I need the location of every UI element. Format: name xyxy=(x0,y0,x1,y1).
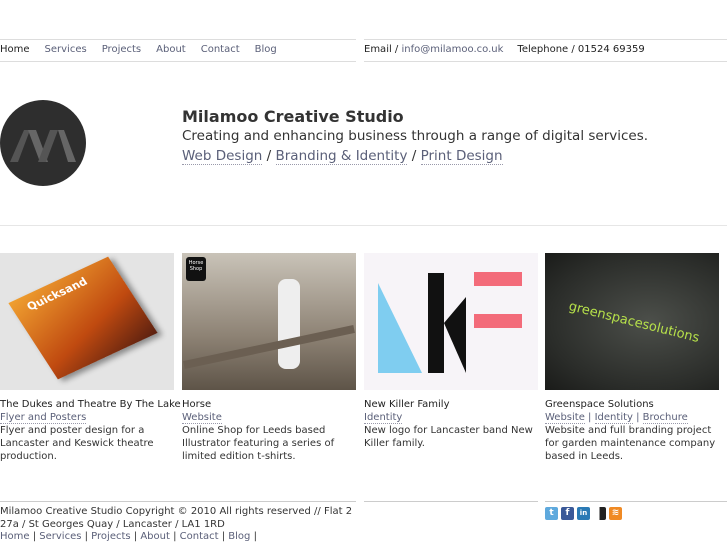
footer-home[interactable]: Home xyxy=(0,531,30,542)
nkf-logo-icon xyxy=(378,272,522,373)
email-link[interactable]: info@milamoo.co.uk xyxy=(401,44,503,55)
tag-link[interactable]: Flyer and Posters xyxy=(0,412,87,424)
nav-projects[interactable]: Projects xyxy=(102,43,141,56)
project-title: Greenspace Solutions xyxy=(545,399,654,410)
nav-home[interactable]: Home xyxy=(0,43,30,56)
separator: / xyxy=(411,148,417,164)
footer-services[interactable]: Services xyxy=(39,531,81,542)
footer-about[interactable]: About xyxy=(140,531,170,542)
project-description: Flyer and poster design for a Lancaster … xyxy=(0,425,154,462)
project-title: New Killer Family xyxy=(364,399,450,410)
project-title: The Dukes and Theatre By The Lake xyxy=(0,399,181,410)
separator: / xyxy=(266,148,272,164)
thumb-text: Quicksand xyxy=(24,275,90,314)
project-thumbnail[interactable] xyxy=(364,253,538,390)
project-greenspace: greenspacesolutions Greenspace Solutions… xyxy=(545,253,719,463)
linkedin-icon[interactable]: in xyxy=(577,507,590,520)
project-description: Website and full branding project for ga… xyxy=(545,425,716,462)
project-title: Horse xyxy=(182,399,212,410)
milamoo-logo[interactable] xyxy=(0,100,86,186)
thumb-text: greenspacesolutions xyxy=(567,299,701,346)
tag-link[interactable]: Identity xyxy=(594,412,633,424)
tag-link[interactable]: Website xyxy=(545,412,585,424)
footer-contact[interactable]: Contact xyxy=(180,531,219,542)
hero: Milamoo Creative Studio Creating and enh… xyxy=(182,107,648,166)
footer-projects[interactable]: Projects xyxy=(91,531,130,542)
facebook-icon[interactable]: f xyxy=(561,507,574,520)
project-thumbnail[interactable]: Quicksand xyxy=(0,253,174,390)
logo-m-icon xyxy=(10,130,76,162)
email-label: Email / xyxy=(364,44,399,55)
nav-services[interactable]: Services xyxy=(45,43,87,56)
services-links: Web Design / Branding & Identity / Print… xyxy=(182,146,648,166)
main-nav: Home Services Projects About Contact Blo… xyxy=(0,43,277,56)
footer-blog[interactable]: Blog xyxy=(228,531,250,542)
copyright: Milamoo Creative Studio Copyright © 2010… xyxy=(0,506,353,530)
nav-blog[interactable]: Blog xyxy=(255,43,277,56)
social-links: t f in ≋ xyxy=(545,507,622,520)
tag-link[interactable]: Brochure xyxy=(642,412,688,424)
branding-link[interactable]: Branding & Identity xyxy=(275,148,408,165)
project-description: Online Shop for Leeds based Illustrator … xyxy=(182,425,335,462)
print-design-link[interactable]: Print Design xyxy=(420,148,503,165)
project-horse: Horse Shop Horse Website Online Shop for… xyxy=(182,253,356,463)
contact-info: Email / info@milamoo.co.uk Telephone / 0… xyxy=(364,43,645,56)
tag-link[interactable]: Website xyxy=(182,412,222,424)
tag-link[interactable]: Identity xyxy=(364,412,403,424)
tagline: Creating and enhancing business through … xyxy=(182,128,649,144)
project-thumbnail[interactable]: greenspacesolutions xyxy=(545,253,719,390)
nav-about[interactable]: About xyxy=(156,43,186,56)
footer: Milamoo Creative Studio Copyright © 2010… xyxy=(0,506,356,544)
project-new-killer-family: New Killer Family Identity New logo for … xyxy=(364,253,538,450)
thumb-text: Horse Shop xyxy=(186,257,206,281)
rss-icon[interactable]: ≋ xyxy=(609,507,622,520)
project-description: New logo for Lancaster band New Killer f… xyxy=(364,425,533,449)
site-title: Milamoo Creative Studio xyxy=(182,107,404,126)
nav-contact[interactable]: Contact xyxy=(201,43,240,56)
delicious-icon[interactable] xyxy=(593,507,606,520)
web-design-link[interactable]: Web Design xyxy=(182,148,263,165)
phone: Telephone / 01524 69359 xyxy=(517,44,645,55)
footer-links: Home | Services | Projects | About | Con… xyxy=(0,531,257,542)
project-dukes: Quicksand The Dukes and Theatre By The L… xyxy=(0,253,181,463)
email-line: Email / info@milamoo.co.uk xyxy=(364,43,503,56)
twitter-icon[interactable]: t xyxy=(545,507,558,520)
project-thumbnail[interactable]: Horse Shop xyxy=(182,253,356,390)
